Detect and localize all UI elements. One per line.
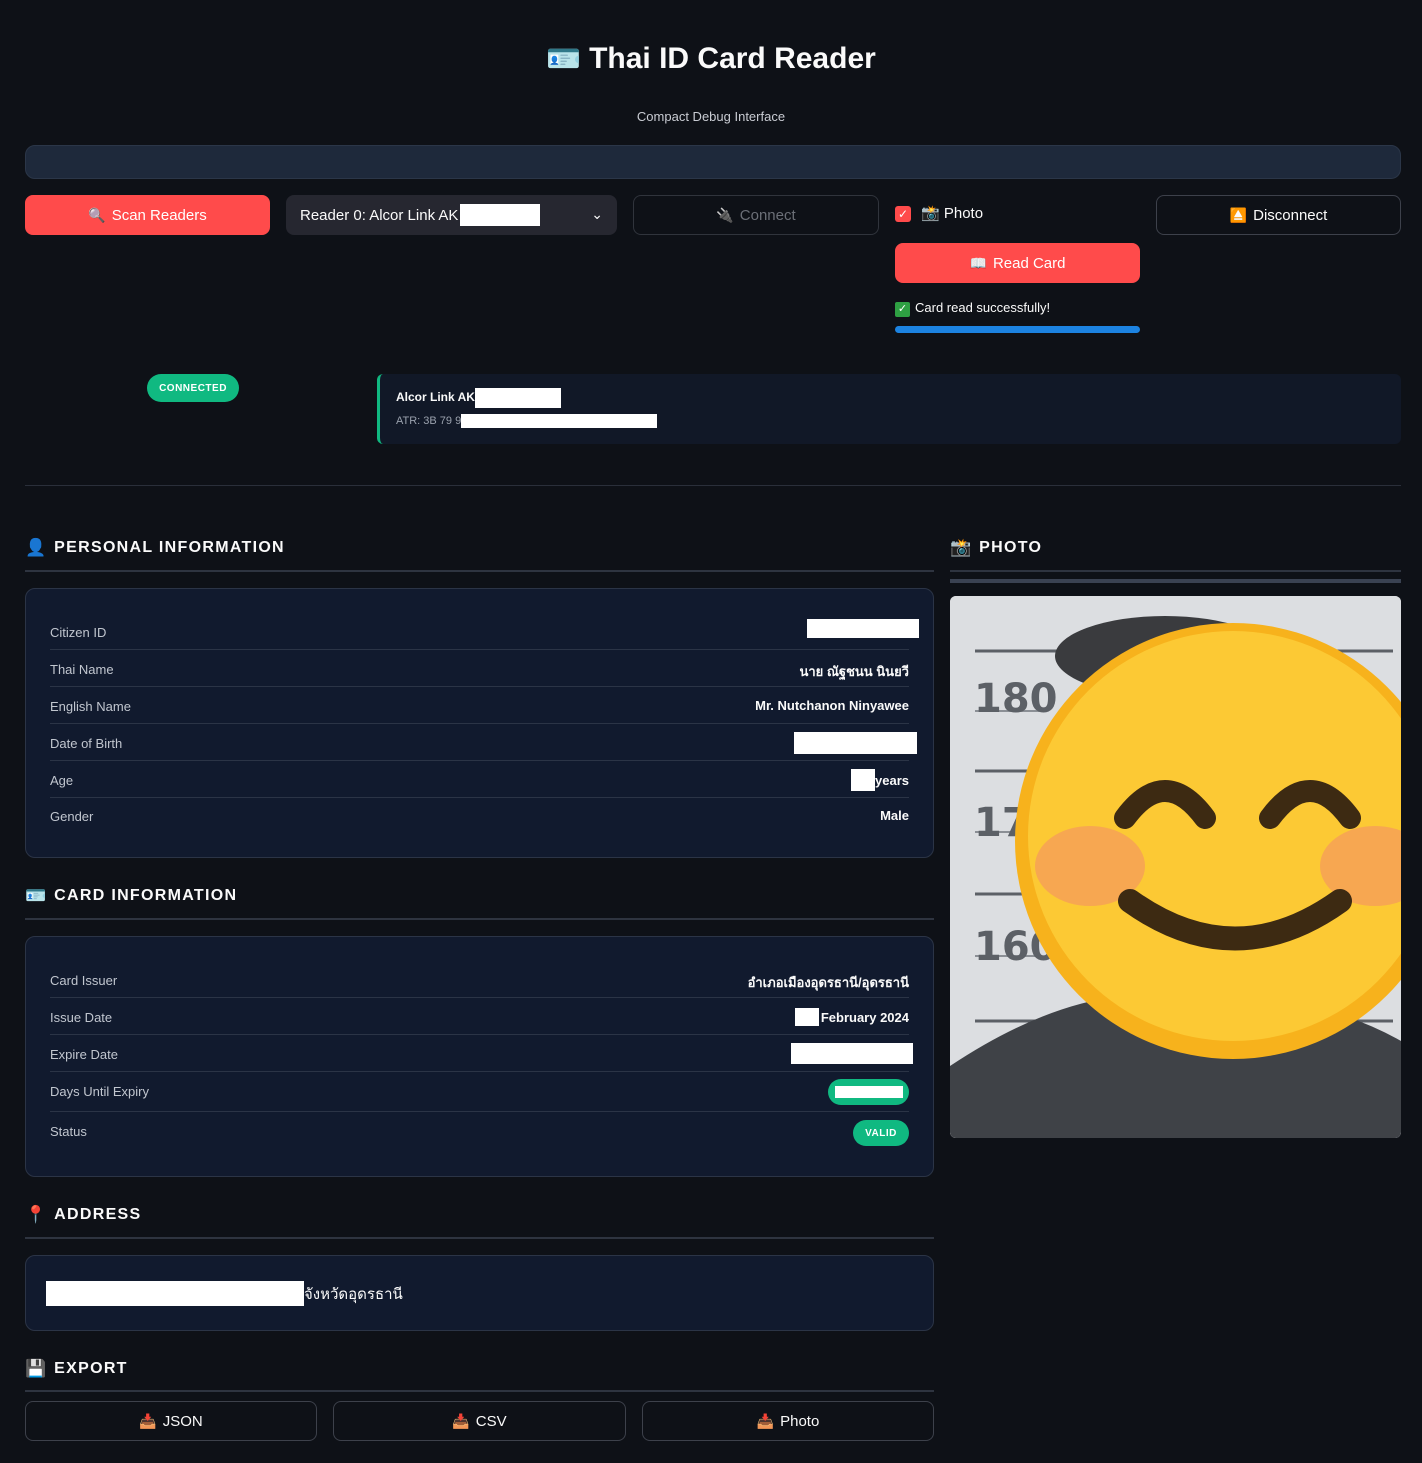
plug-icon: 🔌 xyxy=(716,206,734,223)
row-gender: Gender Male xyxy=(50,808,909,824)
export-photo-button[interactable]: 📥 Photo xyxy=(642,1401,934,1441)
redacted-issue-day xyxy=(794,1008,819,1026)
status-progress-bar xyxy=(25,145,1401,179)
export-json-button[interactable]: 📥 JSON xyxy=(25,1401,317,1441)
row-days-until-expiry: Days Until Expiry xyxy=(50,1072,909,1112)
photo-heading-underline xyxy=(950,570,1401,572)
connect-button[interactable]: 🔌 Connect xyxy=(633,195,879,235)
row-thai-name: Thai Name นาย ณัฐชนน นินยวี xyxy=(50,650,909,687)
camera-icon: 📸 xyxy=(921,205,940,222)
card-heading-underline xyxy=(25,918,934,920)
eject-icon: ⏏️ xyxy=(1229,206,1248,223)
reader-select[interactable]: Reader 0: Alcor Link AK ⌄ xyxy=(286,195,617,235)
personal-info-heading: 👤 PERSONAL INFORMATION xyxy=(25,538,285,557)
row-date-of-birth: Date of Birth xyxy=(50,724,917,761)
inbox-download-icon: 📥 xyxy=(139,1412,157,1429)
row-expire-date: Expire Date xyxy=(50,1035,913,1072)
card-photo-image: 180 170 160 xyxy=(950,596,1401,1138)
photo-heading: 📸 PHOTO xyxy=(950,538,1043,557)
row-card-issuer: Card Issuer อำเภอเมืองอุดรธานี/อุดรธานี xyxy=(50,961,909,998)
redacted-reader-id xyxy=(460,204,541,226)
success-message: ✓ Card read successfully! xyxy=(895,300,1050,317)
row-english-name: English Name Mr. Nutchanon Ninyawee xyxy=(50,687,909,724)
reader-info-card: Alcor Link AK ATR: 3B 79 9 xyxy=(377,374,1401,444)
personal-heading-underline xyxy=(25,570,934,572)
address-heading-underline xyxy=(25,1237,934,1239)
export-heading: 💾 EXPORT xyxy=(25,1359,128,1378)
scan-readers-button[interactable]: 🔍 Scan Readers xyxy=(25,195,270,235)
inbox-download-icon: 📥 xyxy=(452,1412,470,1429)
address-text: จังหวัดอุดรธานี xyxy=(46,1281,403,1306)
read-card-button[interactable]: 📖 Read Card xyxy=(895,243,1140,283)
connected-badge: CONNECTED xyxy=(147,374,239,402)
person-icon: 👤 xyxy=(25,538,47,557)
page-title: 🪪 Thai ID Card Reader xyxy=(546,42,876,75)
read-progress-bar xyxy=(895,326,1140,333)
check-icon: ✓ xyxy=(895,302,910,317)
row-status: Status VALID xyxy=(50,1112,909,1154)
export-csv-button[interactable]: 📥 CSV xyxy=(333,1401,626,1441)
export-heading-underline xyxy=(25,1390,934,1392)
disconnect-button[interactable]: ⏏️ Disconnect xyxy=(1156,195,1401,235)
photo-checkbox-label: 📸 Photo xyxy=(921,205,984,222)
days-until-expiry-badge xyxy=(828,1079,909,1105)
divider xyxy=(25,485,1401,486)
camera-icon: 📸 xyxy=(950,538,972,557)
card-info-panel: Card Issuer อำเภอเมืองอุดรธานี/อุดรธานี … xyxy=(25,936,934,1177)
redacted-reader-serial xyxy=(474,388,561,408)
book-icon: 📖 xyxy=(969,254,987,271)
status-badge: VALID xyxy=(853,1120,909,1146)
chevron-down-icon: ⌄ xyxy=(591,206,603,222)
photo-checkbox[interactable]: ✓ xyxy=(895,206,911,222)
redacted-dob xyxy=(794,732,917,754)
card-photo: 180 170 160 xyxy=(950,596,1401,1138)
row-age: Age years xyxy=(50,761,909,798)
redacted-age xyxy=(851,769,876,791)
address-panel: จังหวัดอุดรธานี xyxy=(25,1255,934,1331)
row-citizen-id: Citizen ID xyxy=(50,613,919,650)
redacted-citizen-id xyxy=(807,619,919,638)
photo-heading-underline-2 xyxy=(950,579,1401,583)
reader-name: Alcor Link AK xyxy=(396,388,561,408)
redacted-expire-date xyxy=(791,1043,913,1064)
inbox-download-icon: 📥 xyxy=(756,1412,775,1429)
personal-info-panel: Citizen ID Thai Name นาย ณัฐชนน นินยวี E… xyxy=(25,588,934,858)
reader-atr: ATR: 3B 79 9 xyxy=(396,414,658,428)
floppy-icon: 💾 xyxy=(25,1359,47,1378)
address-heading: 📍 ADDRESS xyxy=(25,1205,142,1224)
id-card-icon: 🪪 xyxy=(25,886,47,905)
page-subtitle: Compact Debug Interface xyxy=(636,109,786,124)
id-card-icon: 🪪 xyxy=(546,43,582,74)
height-mark-180: 180 xyxy=(974,676,1058,722)
row-issue-date: Issue Date February 2024 xyxy=(50,998,909,1035)
card-info-heading: 🪪 CARD INFORMATION xyxy=(25,886,238,905)
redacted-atr xyxy=(461,414,658,428)
redacted-address xyxy=(46,1281,304,1306)
magnifier-icon: 🔍 xyxy=(88,206,106,223)
pin-icon: 📍 xyxy=(25,1205,47,1224)
redacted-days xyxy=(834,1086,903,1098)
